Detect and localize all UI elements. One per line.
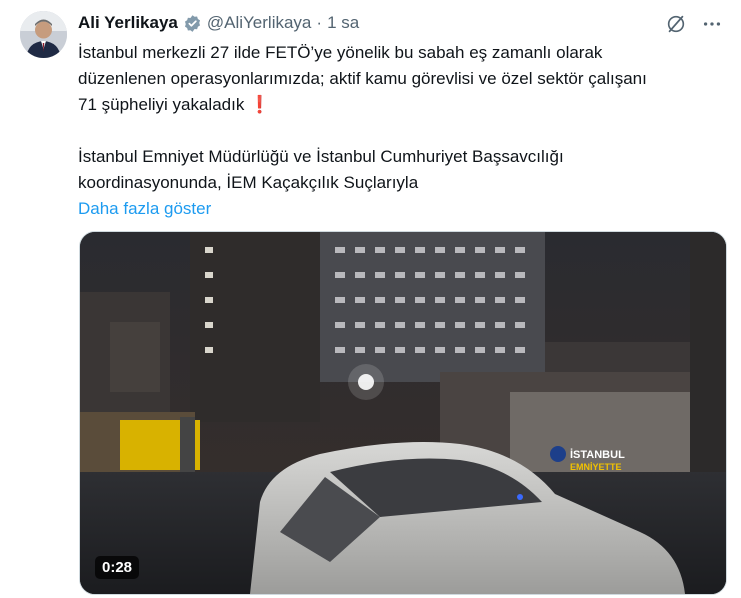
video-thumbnail: İSTANBUL EMNİYETTE: [80, 232, 726, 594]
tweet-top-actions: [665, 13, 723, 35]
video-duration: 0:28: [95, 556, 140, 579]
exclamation-emoji: ❗: [249, 95, 271, 114]
show-more-link[interactable]: Daha fazla göster: [78, 199, 211, 218]
tweet-body-line: koordinasyonunda, İEM Kaçakçılık Suçları…: [78, 173, 419, 192]
grok-icon[interactable]: [665, 13, 687, 35]
verified-badge-icon: [183, 14, 202, 33]
header-separator: ·: [316, 13, 323, 32]
sign-text-line1: İSTANBUL: [570, 448, 625, 461]
tweet-body-line: 71 şüpheliyi yakaladık ❗: [78, 95, 271, 114]
author-name[interactable]: Ali Yerlikaya: [78, 13, 178, 33]
tweet-header: Ali Yerlikaya @AliYerlikaya · 1 sa: [78, 12, 359, 34]
tweet-body-line: İstanbul Emniyet Müdürlüğü ve İstanbul C…: [78, 147, 564, 166]
author-avatar[interactable]: [20, 11, 67, 58]
tweet-body-line: İstanbul merkezli 27 ilde FETÖ’ye yöneli…: [78, 43, 603, 62]
more-horizontal-icon[interactable]: [701, 13, 723, 35]
tweet-body-line: düzenlenen operasyonlarımızda; aktif kam…: [78, 69, 647, 88]
tweet-timestamp[interactable]: 1 sa: [327, 13, 359, 33]
video-player[interactable]: İSTANBUL EMNİYETTE 0:28: [79, 231, 727, 595]
sign-text-line2: EMNİYETTE: [570, 462, 622, 472]
author-handle[interactable]: @AliYerlikaya: [207, 13, 312, 33]
tweet-text: İstanbul merkezli 27 ilde FETÖ’ye yöneli…: [78, 40, 728, 222]
